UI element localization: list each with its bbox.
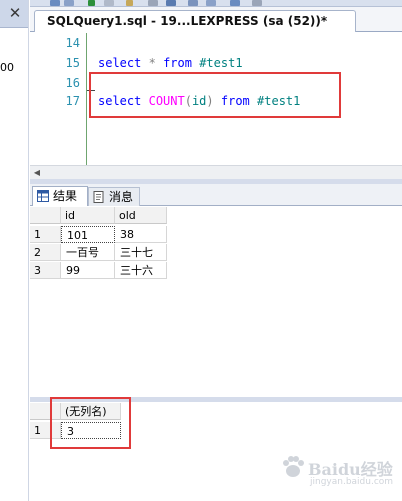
grid-cell[interactable]: 三十七 [115,244,167,261]
line-number: 14 [65,36,80,50]
grid-cell[interactable]: 一百号 [61,244,115,261]
line-number: 15 [65,56,80,70]
watermark: Baidu经验 jingyan.baidu.com [278,450,402,490]
execute-icon[interactable] [88,0,95,6]
document-tab-bar: SQLQuery1.sql - 19...LEXPRESS (sa (52))* [30,7,402,32]
result-highlight-box [50,397,131,449]
grid-corner-header [30,207,61,224]
grid-cell[interactable]: 38 [115,226,167,243]
toolbar-button-icon[interactable] [230,0,240,6]
grid-cell[interactable]: 三十六 [115,262,167,279]
editor-horizontal-scrollbar[interactable]: ◀ [30,165,402,179]
code-line[interactable]: select * from #test1 [98,53,243,73]
line-number: 16 [65,76,80,90]
grid-cell[interactable]: 101 [61,226,115,243]
message-icon [93,191,104,203]
toolbar-button-icon[interactable] [104,0,114,6]
grid-cell[interactable]: 99 [61,262,115,279]
close-icon[interactable]: ✕ [7,4,23,22]
results-tab-bar: 结果 消息 [30,184,402,206]
row-number[interactable]: 1 [30,226,61,243]
left-panel-header: ✕ [0,0,28,28]
toolbar-button-icon[interactable] [64,0,74,6]
toolbar-button-icon[interactable] [50,0,60,6]
result-grid-1: id old 1 101 38 2 一百号 三十七 3 99 三十六 [30,207,402,397]
toolbar-button-icon[interactable] [126,0,133,6]
toolbar-button-icon[interactable] [188,0,198,6]
tab-messages[interactable]: 消息 [88,187,140,206]
toolbar-button-icon[interactable] [206,0,216,6]
document-tab-title: SQLQuery1.sql - 19...LEXPRESS (sa (52))* [47,14,328,28]
toolbar-button-icon[interactable] [148,0,158,6]
left-panel-fragment: 00 [0,61,14,74]
toolbar-button-icon[interactable] [252,0,262,6]
column-header-old[interactable]: old [115,207,167,224]
row-number[interactable]: 2 [30,244,61,261]
tab-results[interactable]: 结果 [32,186,88,206]
paw-icon [283,456,304,477]
code-highlight-box [89,72,341,118]
grid-icon [37,190,49,202]
column-header-id[interactable]: id [61,207,115,224]
scroll-left-icon[interactable]: ◀ [32,167,42,179]
watermark-subtext: jingyan.baidu.com [310,477,394,487]
tab-messages-label: 消息 [109,190,134,204]
outline-margin [86,33,87,165]
tab-results-label: 结果 [53,189,78,203]
left-panel: ✕ 00 [0,0,29,501]
toolbar-button-icon[interactable] [166,0,176,6]
toolbar [30,0,402,7]
row-number[interactable]: 3 [30,262,61,279]
line-number: 17 [65,94,80,108]
tab-sqlquery1[interactable]: SQLQuery1.sql - 19...LEXPRESS (sa (52))* [34,10,356,32]
